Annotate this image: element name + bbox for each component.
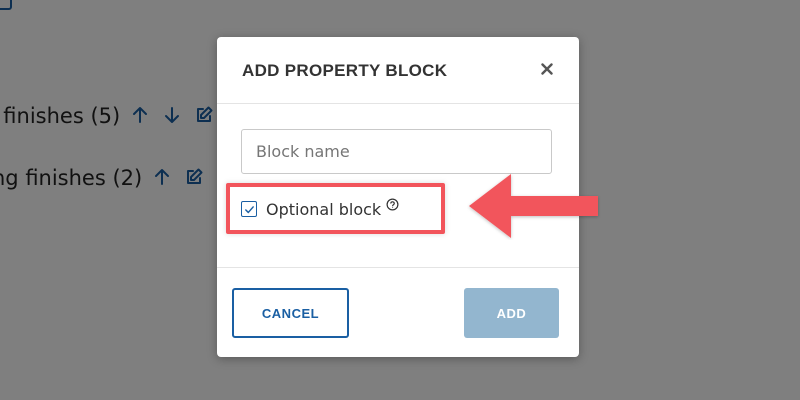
close-icon	[541, 63, 553, 75]
dialog-title: ADD PROPERTY BLOCK	[242, 61, 448, 80]
annotation-highlight-box	[226, 183, 445, 234]
cancel-button[interactable]: CANCEL	[232, 288, 349, 338]
close-button[interactable]	[537, 59, 557, 79]
screen: r finishes (5) ng finishes (2)	[0, 0, 800, 400]
dialog-header: ADD PROPERTY BLOCK	[217, 37, 579, 104]
dialog-footer-divider	[217, 267, 579, 268]
add-button[interactable]: ADD	[464, 288, 559, 338]
block-name-input[interactable]	[241, 129, 552, 174]
annotation-arrow-icon	[469, 174, 598, 238]
